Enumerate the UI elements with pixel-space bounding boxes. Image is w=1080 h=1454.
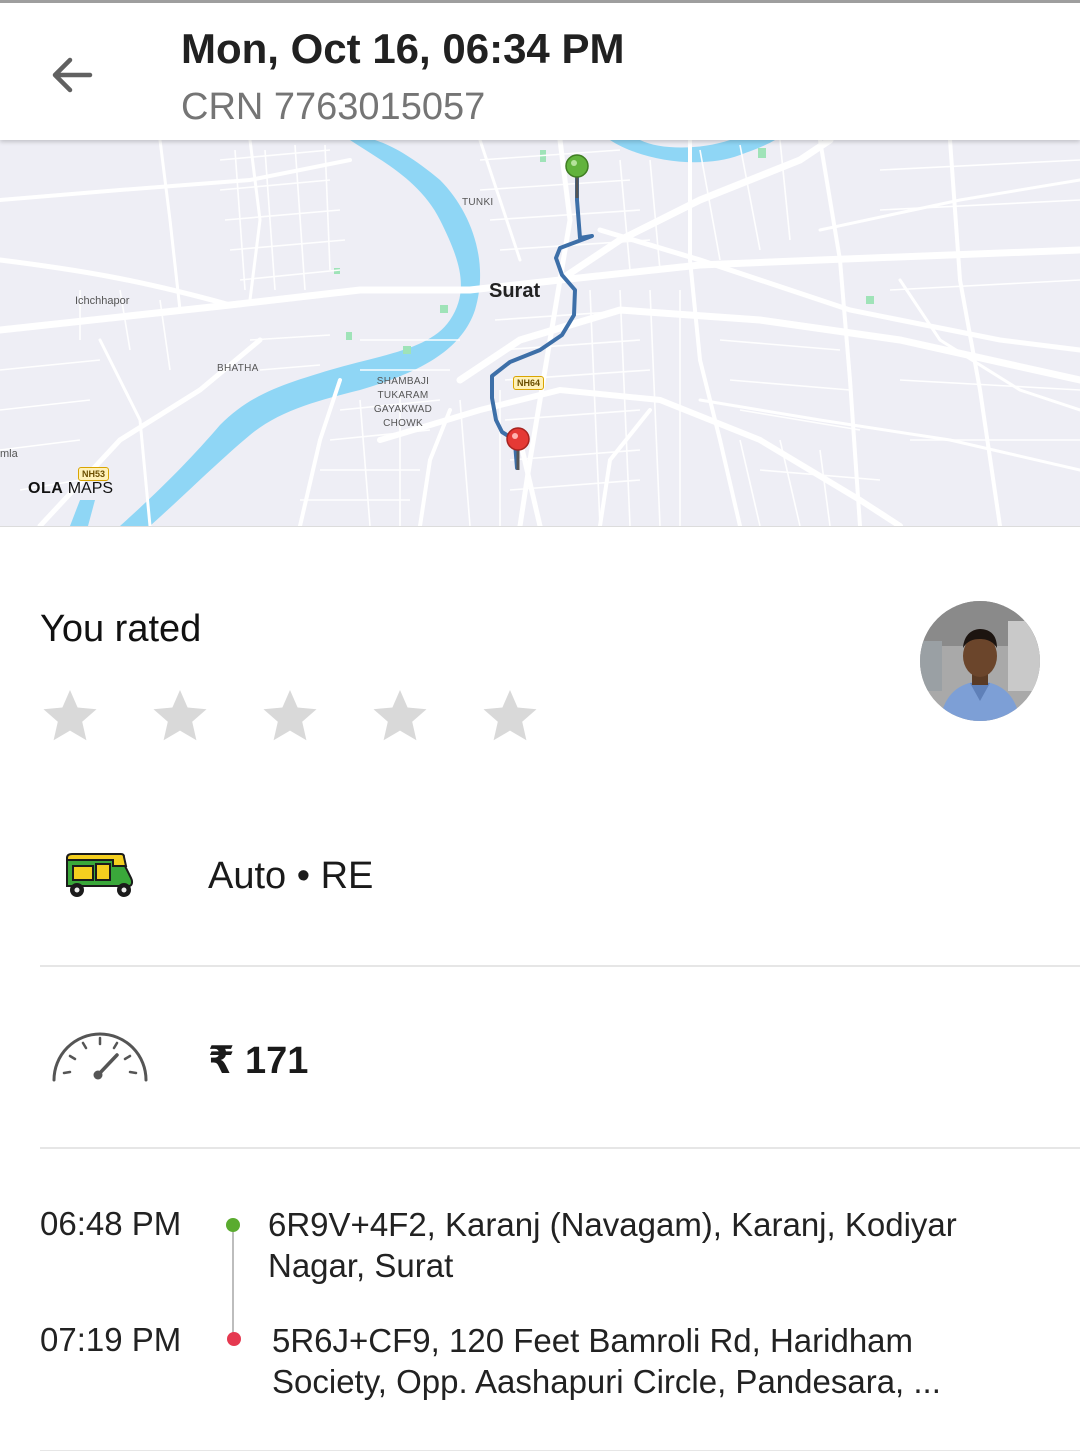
driver-photo: [920, 601, 1040, 721]
map-canvas: [0, 140, 1080, 526]
drop-address: 5R6J+CF9, 120 Feet Bamroli Rd, Haridham …: [272, 1322, 941, 1400]
map-label-tunki: TUNKI: [462, 197, 494, 208]
star-icon[interactable]: [40, 686, 100, 746]
star-icon[interactable]: [480, 686, 540, 746]
ride-crn: CRN 7763015057: [181, 86, 486, 128]
divider: [40, 1147, 1080, 1149]
header-bar: Mon, Oct 16, 06:34 PM CRN 7763015057: [0, 0, 1080, 140]
pickup-address: 6R9V+4F2, Karanj (Navagam), Karanj, Kodi…: [268, 1206, 957, 1284]
ola-maps-logo: OLA MAPS: [28, 480, 113, 498]
logo-maps: MAPS: [63, 480, 114, 497]
map-label-line: TUKARAM: [377, 390, 429, 401]
ride-datetime: Mon, Oct 16, 06:34 PM: [181, 25, 625, 72]
road-badge-nh53: NH53: [78, 467, 110, 481]
vehicle-category: Auto • RE: [208, 855, 374, 897]
drop-dot-icon: [227, 1332, 241, 1346]
rating-title: You rated: [40, 608, 202, 650]
road-badge-nh64: NH64: [513, 376, 545, 390]
driver-avatar: [920, 601, 1040, 721]
river-south-west: [70, 500, 95, 526]
drop-time: 07:19 PM: [40, 1321, 182, 1358]
pickup-dot-icon: [226, 1218, 240, 1232]
river-north: [610, 140, 775, 163]
star-icon[interactable]: [150, 686, 210, 746]
map-label-surat: Surat: [489, 280, 541, 302]
fare-amount: ₹ 171: [208, 1040, 309, 1082]
map-label-line: SHAMBAJI: [376, 376, 430, 387]
map-label-bhatha: BHATHA: [217, 363, 259, 374]
speedometer-icon: [52, 1032, 148, 1082]
auto-rickshaw-icon: [66, 853, 134, 897]
map-label-ichchhapor: Ichchhapor: [75, 295, 130, 307]
map-label-shambaji-chowk: SHAMBAJI TUKARAM GAYAKWAD CHOWK: [370, 375, 436, 431]
route-map[interactable]: TUNKI Surat Ichchhapor BHATHA SHAMBAJI T…: [0, 140, 1080, 527]
logo-ola: OLA: [28, 480, 64, 497]
star-icon[interactable]: [370, 686, 430, 746]
map-label-edge: mla: [0, 448, 18, 460]
arrow-back-icon: [52, 57, 93, 93]
back-button[interactable]: [40, 43, 104, 107]
map-label-line: CHOWK: [383, 418, 423, 429]
map-label-line: GAYAKWAD: [373, 404, 433, 415]
river: [120, 140, 481, 526]
star-icon[interactable]: [260, 686, 320, 746]
divider: [40, 1450, 1080, 1451]
timeline-connector: [232, 1232, 234, 1334]
divider: [40, 965, 1080, 967]
star-rating[interactable]: [40, 686, 590, 746]
pickup-pin-icon: [565, 154, 589, 198]
pickup-time: 06:48 PM: [40, 1205, 182, 1242]
